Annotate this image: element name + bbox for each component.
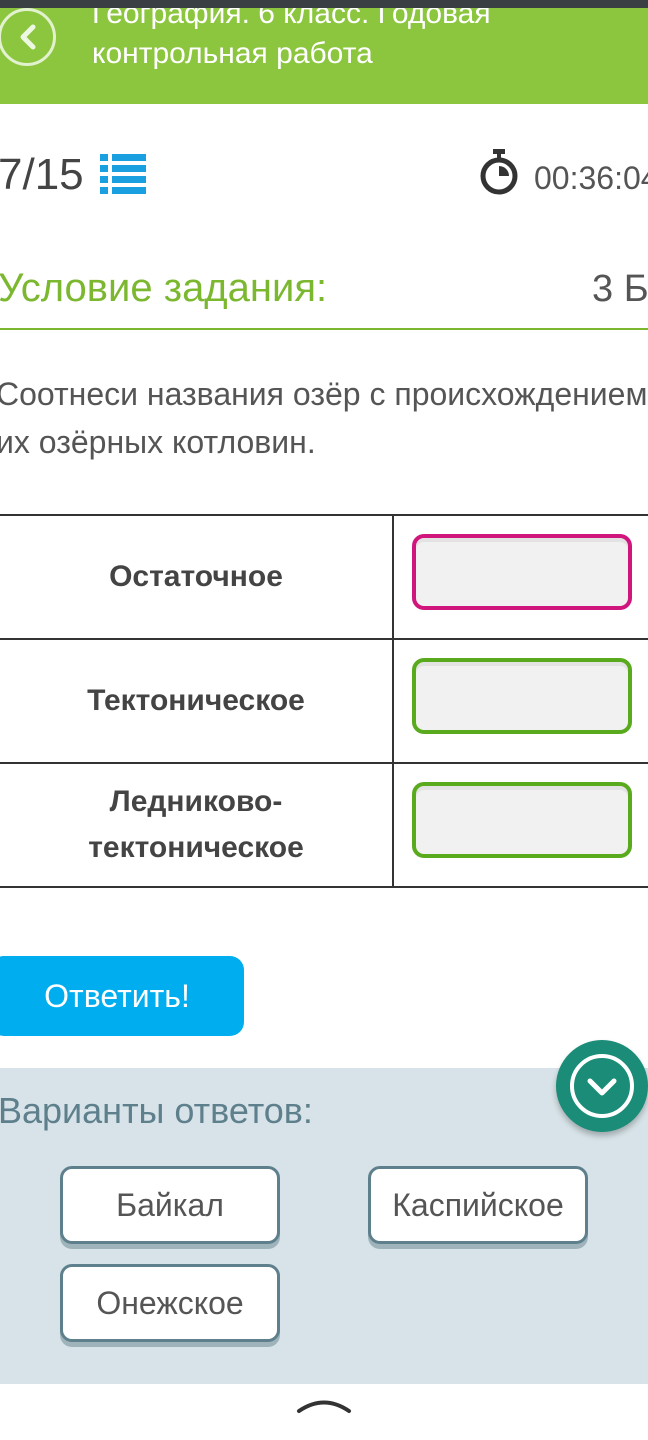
answer-drop-zone[interactable] xyxy=(412,658,632,734)
points-value: 3 Б. xyxy=(592,268,648,310)
condition-title: Условие задания: xyxy=(0,266,328,310)
chevron-up-icon[interactable] xyxy=(296,1392,352,1414)
answer-drop-zone[interactable] xyxy=(412,534,632,610)
stopwatch-icon xyxy=(480,149,518,195)
match-row: Остаточное xyxy=(0,514,648,640)
match-row-label: Остаточное xyxy=(0,516,394,638)
back-button[interactable] xyxy=(0,8,56,66)
answer-option-chip[interactable]: Онежское xyxy=(60,1264,280,1342)
match-row-label-line2: тектоническое xyxy=(88,831,304,864)
matching-table: Остаточное Тектоническое Ледниково- тект… xyxy=(0,514,648,888)
match-row-label-line1: Ледниково- xyxy=(109,785,283,818)
match-row-label: Тектоническое xyxy=(0,640,394,762)
answer-options-title: Варианты ответов: xyxy=(0,1090,313,1131)
match-row: Ледниково- тектоническое xyxy=(0,764,648,888)
question-counter: 7/15 xyxy=(0,150,84,199)
page-title: География. 6 класс. Годовая контрольная … xyxy=(92,8,632,74)
answer-option-chip[interactable]: Каспийское xyxy=(368,1166,588,1244)
submit-answer-button[interactable]: Ответить! xyxy=(0,956,244,1036)
answer-drop-zone[interactable] xyxy=(412,782,632,858)
condition-divider xyxy=(0,328,648,330)
page-title-line2: контрольная работа xyxy=(92,37,373,70)
list-icon[interactable] xyxy=(100,152,148,196)
task-text: Соотнеси названия озёр с происхождением … xyxy=(0,376,648,460)
collapse-options-button[interactable] xyxy=(556,1040,648,1132)
answer-option-chip[interactable]: Байкал xyxy=(60,1166,280,1244)
timer-value: 00:36:04 xyxy=(534,160,648,196)
answer-options-panel: Варианты ответов: Байкал Каспийское Онеж… xyxy=(0,1068,648,1384)
chevron-down-icon xyxy=(587,1078,617,1096)
status-bar xyxy=(0,0,648,8)
match-row-label: Ледниково- тектоническое xyxy=(0,764,394,886)
match-row: Тектоническое xyxy=(0,640,648,764)
back-arrow-icon xyxy=(20,24,36,50)
header-bar: География. 6 класс. Годовая контрольная … xyxy=(0,8,648,104)
page-title-line1: География. 6 класс. Годовая xyxy=(92,8,491,30)
